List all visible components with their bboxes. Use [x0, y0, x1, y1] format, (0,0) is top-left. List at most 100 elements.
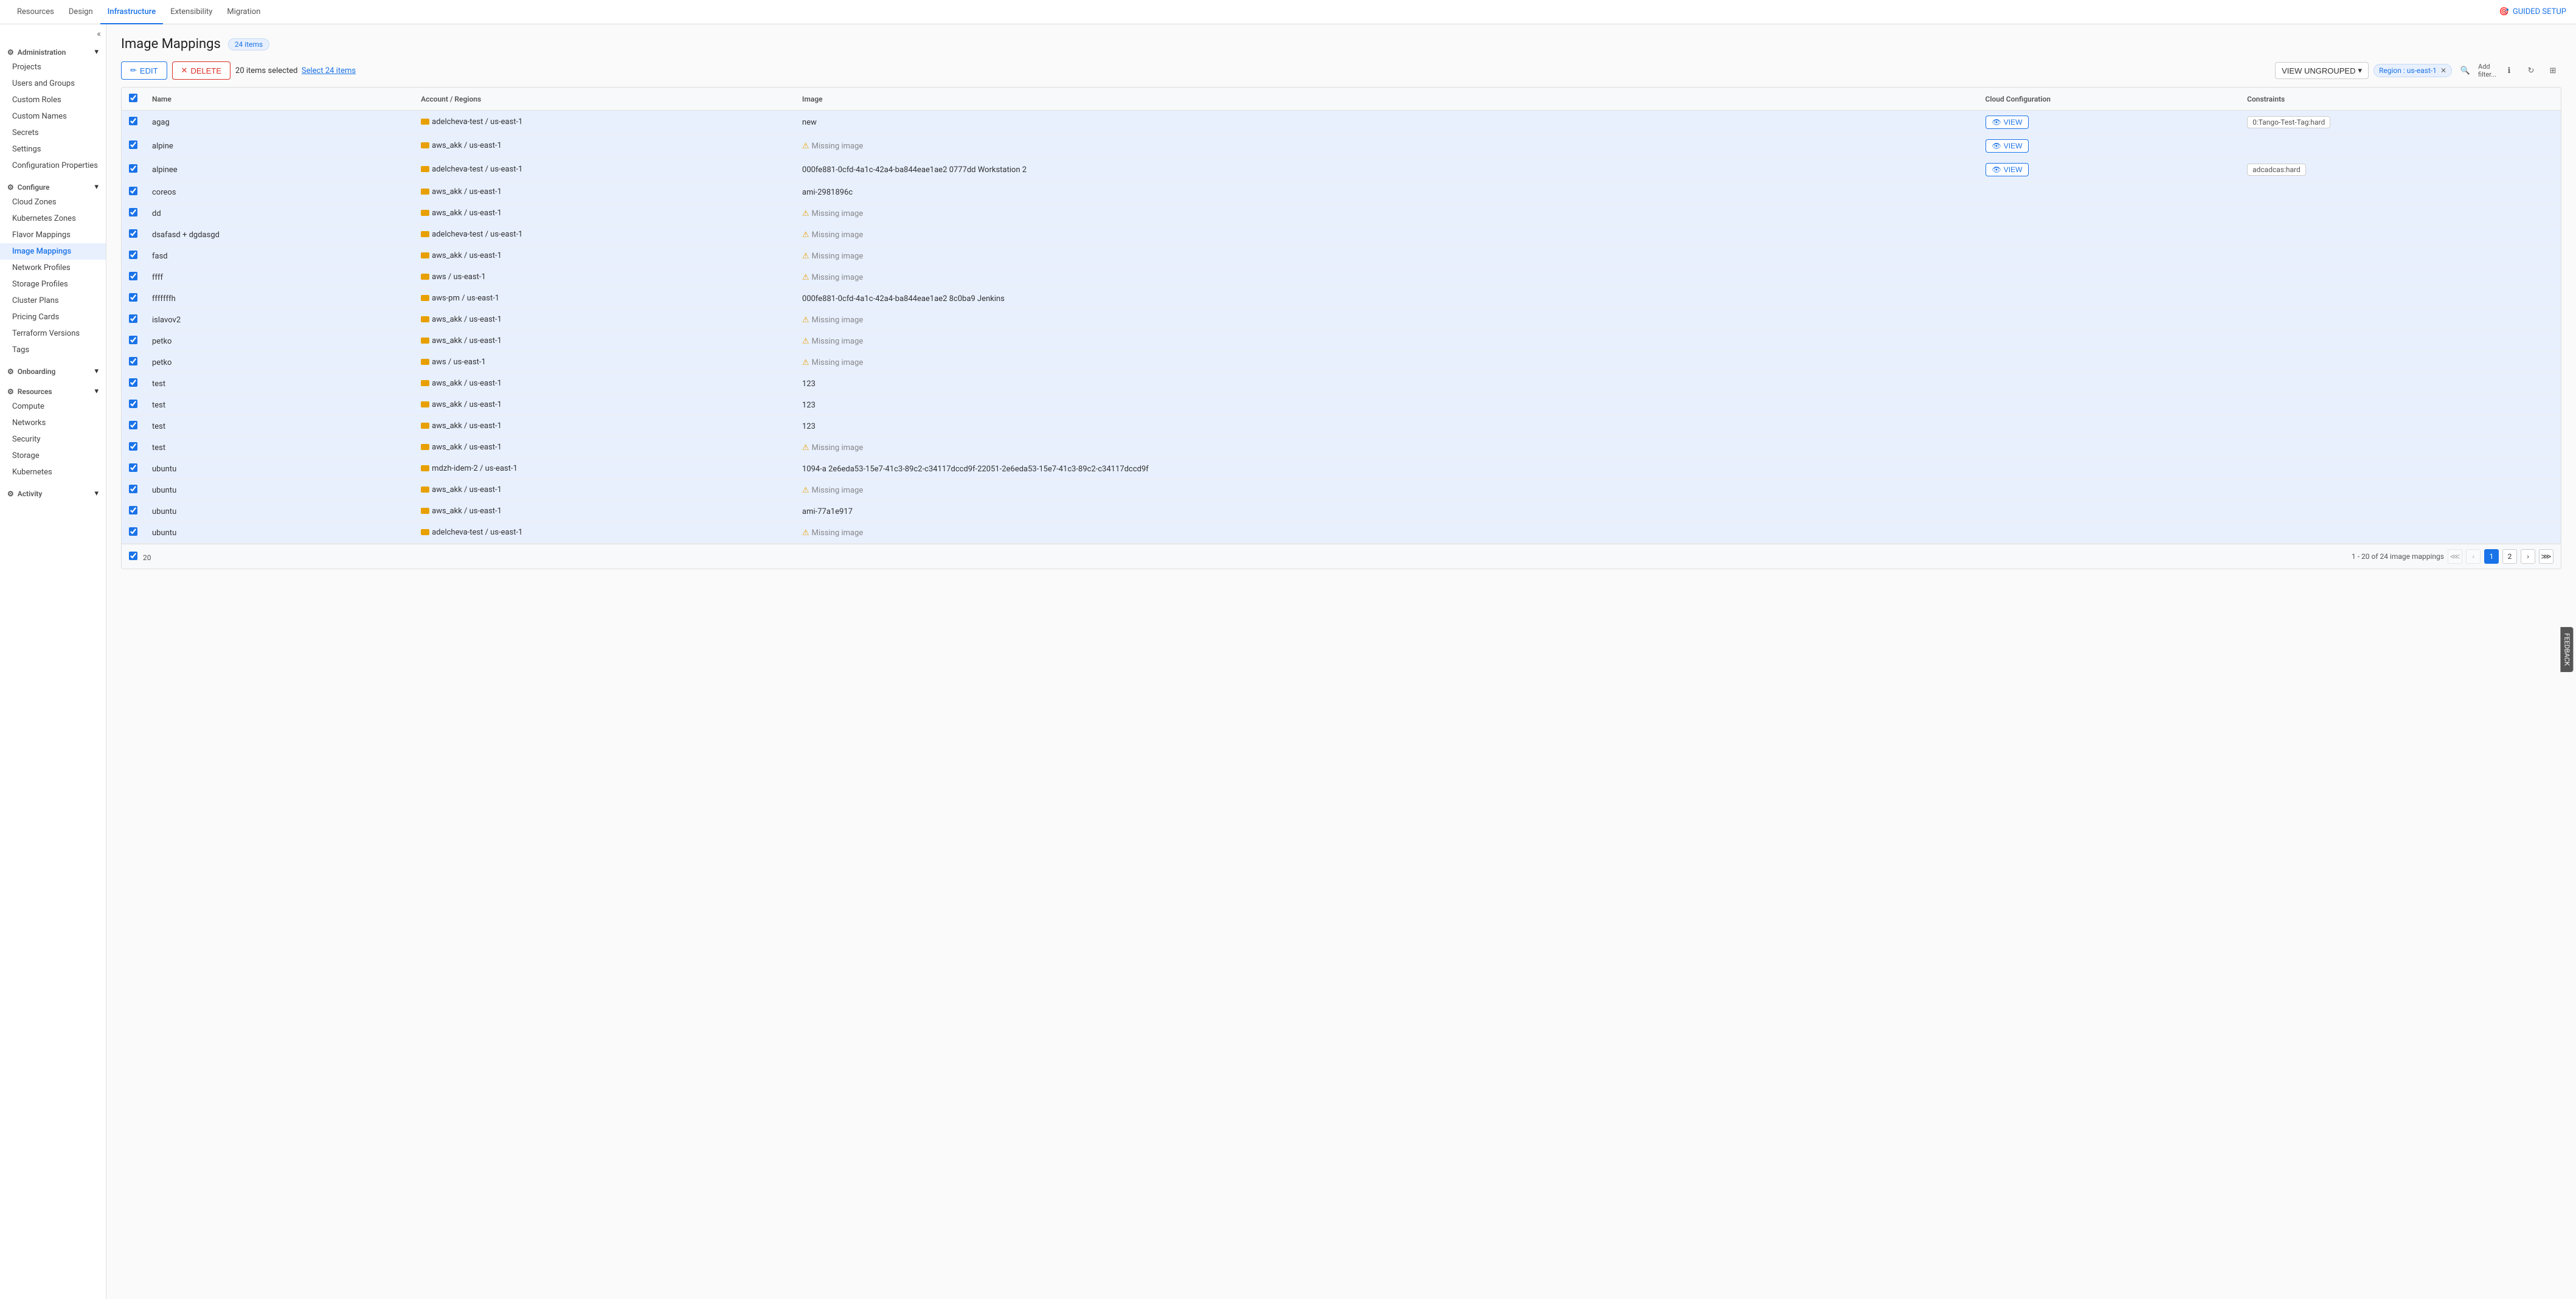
- view-ungrouped-button[interactable]: VIEW UNGROUPED ▾: [2275, 62, 2369, 79]
- sidebar-item-custom-names[interactable]: Custom Names: [0, 108, 106, 125]
- row-name[interactable]: test: [145, 437, 414, 459]
- sidebar-item-cluster-plans[interactable]: Cluster Plans: [0, 293, 106, 309]
- guided-setup-button[interactable]: 🎯 GUIDED SETUP: [2499, 7, 2566, 16]
- sidebar-item-secrets[interactable]: Secrets: [0, 125, 106, 141]
- row-name[interactable]: islavov2: [145, 310, 414, 331]
- row-checkbox[interactable]: [129, 187, 137, 195]
- row-checkbox[interactable]: [129, 378, 137, 387]
- footer-checkbox[interactable]: [129, 552, 137, 560]
- row-checkbox[interactable]: [129, 208, 137, 216]
- last-page-button[interactable]: ⋙: [2539, 549, 2553, 564]
- page-1-button[interactable]: 1: [2484, 549, 2499, 564]
- row-name[interactable]: ffff: [145, 267, 414, 288]
- sidebar-item-storage-profiles[interactable]: Storage Profiles: [0, 276, 106, 293]
- row-name[interactable]: fffffffh: [145, 288, 414, 310]
- sidebar-item-users-groups[interactable]: Users and Groups: [0, 75, 106, 92]
- row-checkbox[interactable]: [129, 527, 137, 536]
- nav-resources[interactable]: Resources: [10, 0, 61, 24]
- sidebar-item-security[interactable]: Security: [0, 431, 106, 448]
- header-constraints[interactable]: Constraints: [2240, 88, 2561, 111]
- sidebar-item-storage[interactable]: Storage: [0, 448, 106, 464]
- header-image[interactable]: Image: [795, 88, 1978, 111]
- select-all-checkbox[interactable]: [129, 94, 137, 102]
- row-name[interactable]: dsafasd + dgdasgd: [145, 224, 414, 246]
- row-checkbox[interactable]: [129, 400, 137, 408]
- sidebar-item-settings[interactable]: Settings: [0, 141, 106, 158]
- sidebar-section-header-onboarding[interactable]: ⚙ Onboarding ▾: [0, 363, 106, 378]
- row-checkbox[interactable]: [129, 164, 137, 173]
- sidebar-section-header-configure[interactable]: ⚙ Configure ▾: [0, 179, 106, 194]
- nav-design[interactable]: Design: [61, 0, 100, 24]
- sidebar-item-network-profiles[interactable]: Network Profiles: [0, 260, 106, 276]
- select-all-link[interactable]: Select 24 items: [302, 66, 356, 75]
- sidebar-item-kubernetes-zones[interactable]: Kubernetes Zones: [0, 210, 106, 227]
- row-checkbox[interactable]: [129, 293, 137, 302]
- header-cloud-config[interactable]: Cloud Configuration: [1978, 88, 2240, 111]
- row-name[interactable]: ubuntu: [145, 480, 414, 501]
- columns-button[interactable]: ⊞: [2544, 62, 2561, 79]
- header-account-regions[interactable]: Account / Regions: [414, 88, 795, 111]
- row-name[interactable]: agag: [145, 111, 414, 134]
- row-name[interactable]: test: [145, 395, 414, 416]
- row-name[interactable]: test: [145, 416, 414, 437]
- sidebar-item-terraform-versions[interactable]: Terraform Versions: [0, 325, 106, 342]
- row-name[interactable]: coreos: [145, 182, 414, 203]
- sidebar-item-pricing-cards[interactable]: Pricing Cards: [0, 309, 106, 325]
- row-checkbox[interactable]: [129, 140, 137, 149]
- row-checkbox[interactable]: [129, 357, 137, 365]
- nav-migration[interactable]: Migration: [220, 0, 268, 24]
- row-checkbox[interactable]: [129, 251, 137, 259]
- row-checkbox[interactable]: [129, 336, 137, 344]
- sidebar-item-custom-roles[interactable]: Custom Roles: [0, 92, 106, 108]
- sidebar-item-image-mappings[interactable]: Image Mappings: [0, 243, 106, 260]
- row-checkbox[interactable]: [129, 485, 137, 493]
- sidebar-item-tags[interactable]: Tags: [0, 342, 106, 358]
- row-checkbox[interactable]: [129, 229, 137, 238]
- nav-infrastructure[interactable]: Infrastructure: [100, 0, 164, 24]
- row-checkbox[interactable]: [129, 463, 137, 472]
- row-name[interactable]: petko: [145, 331, 414, 352]
- view-button[interactable]: 👁 VIEW: [1986, 163, 2029, 176]
- edit-button[interactable]: ✏ EDIT: [121, 61, 167, 80]
- view-button[interactable]: 👁 VIEW: [1986, 116, 2029, 129]
- row-name[interactable]: dd: [145, 203, 414, 224]
- sidebar-item-kubernetes[interactable]: Kubernetes: [0, 464, 106, 480]
- sidebar-item-networks[interactable]: Networks: [0, 415, 106, 431]
- row-name[interactable]: petko: [145, 352, 414, 373]
- sidebar-section-header-resources[interactable]: ⚙ Resources ▾: [0, 383, 106, 398]
- sidebar-section-header-activity[interactable]: ⚙ Activity ▾: [0, 485, 106, 501]
- sidebar-section-header-administration[interactable]: ⚙ Administration ▾: [0, 44, 106, 59]
- page-2-button[interactable]: 2: [2502, 549, 2517, 564]
- header-name[interactable]: Name: [145, 88, 414, 111]
- row-name[interactable]: test: [145, 373, 414, 395]
- row-name[interactable]: ubuntu: [145, 522, 414, 544]
- row-checkbox[interactable]: [129, 442, 137, 451]
- nav-extensibility[interactable]: Extensibility: [163, 0, 220, 24]
- next-page-button[interactable]: ›: [2521, 549, 2535, 564]
- sidebar-item-cloud-zones[interactable]: Cloud Zones: [0, 194, 106, 210]
- prev-page-button[interactable]: ‹: [2466, 549, 2481, 564]
- row-name[interactable]: ubuntu: [145, 459, 414, 480]
- row-checkbox[interactable]: [129, 272, 137, 280]
- filter-chip-remove[interactable]: ✕: [2440, 66, 2446, 75]
- view-button[interactable]: 👁 VIEW: [1986, 139, 2029, 153]
- row-checkbox[interactable]: [129, 117, 137, 125]
- row-name[interactable]: ubuntu: [145, 501, 414, 522]
- delete-button[interactable]: ✕ DELETE: [172, 61, 230, 80]
- row-checkbox[interactable]: [129, 506, 137, 514]
- add-filter-button[interactable]: Add filter...: [2479, 62, 2496, 79]
- sidebar-item-projects[interactable]: Projects: [0, 59, 106, 75]
- search-button[interactable]: 🔍: [2457, 62, 2474, 79]
- info-button[interactable]: ℹ: [2501, 62, 2518, 79]
- refresh-button[interactable]: ↻: [2522, 62, 2540, 79]
- sidebar-item-config-props[interactable]: Configuration Properties: [0, 158, 106, 174]
- sidebar-item-flavor-mappings[interactable]: Flavor Mappings: [0, 227, 106, 243]
- row-name[interactable]: fasd: [145, 246, 414, 267]
- collapse-button[interactable]: «: [97, 29, 101, 39]
- row-name[interactable]: alpine: [145, 134, 414, 158]
- row-checkbox[interactable]: [129, 421, 137, 429]
- first-page-button[interactable]: ⋘: [2448, 549, 2462, 564]
- row-name[interactable]: alpinee: [145, 158, 414, 182]
- feedback-tab[interactable]: FEEDBACK: [2561, 627, 2574, 672]
- sidebar-item-compute[interactable]: Compute: [0, 398, 106, 415]
